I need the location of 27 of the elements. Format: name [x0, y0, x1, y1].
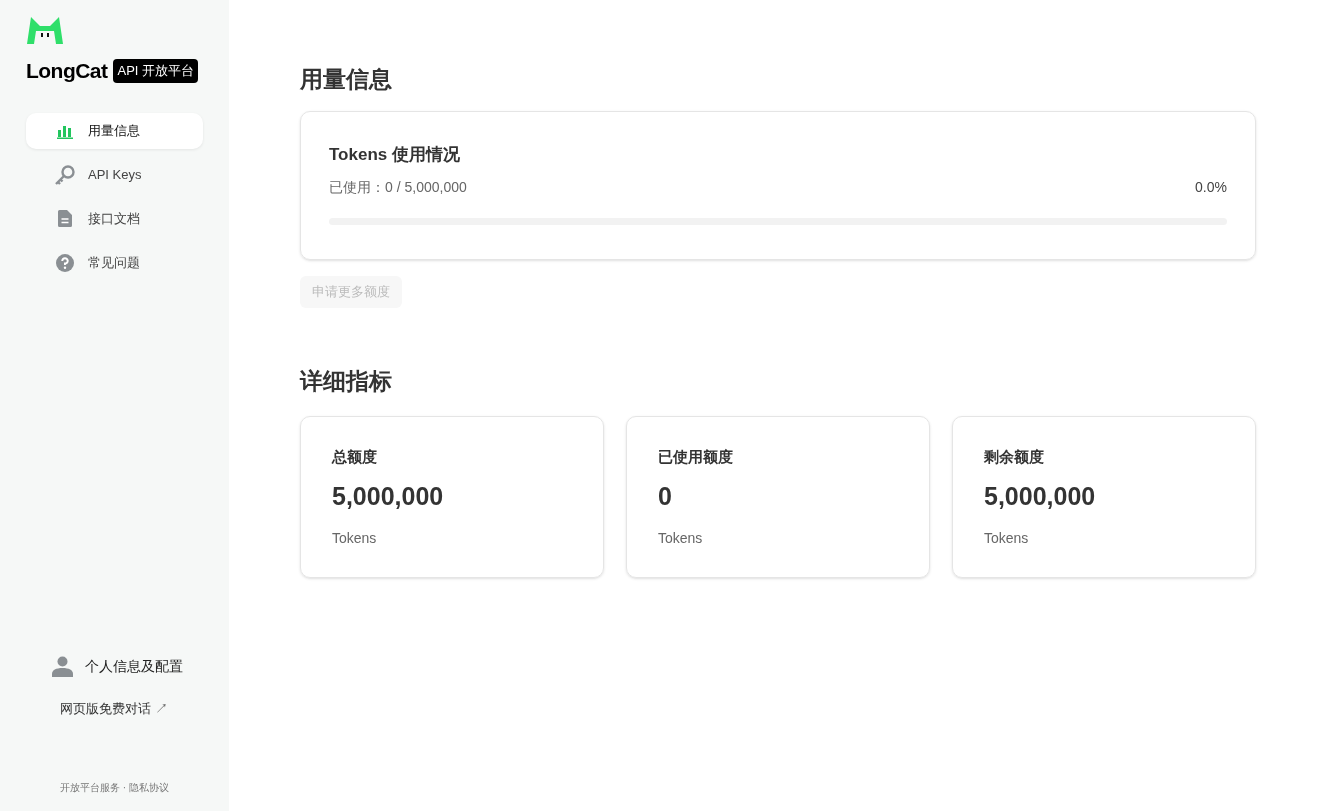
metric-value: 5,000,000 — [332, 481, 445, 512]
metric-unit: Tokens — [984, 528, 1030, 548]
nav-item[interactable]: 用量信息 — [26, 112, 203, 149]
profile-link[interactable]: 个人信息及配置 — [52, 655, 203, 677]
service-terms-link[interactable]: 开放平台服务 — [59, 780, 120, 795]
section-heading: 详细指标 — [300, 367, 393, 396]
metric-unit: Tokens — [658, 528, 704, 548]
metric-value: 5,000,000 — [984, 481, 1097, 512]
help-icon — [56, 253, 74, 272]
privacy-link[interactable]: 隐私协议 — [129, 780, 170, 795]
metric-value: 0 — [658, 481, 673, 512]
metric-label: 已使用额度 — [658, 446, 734, 467]
usage-text: 已使用：0 / 5,000,000 — [329, 178, 467, 197]
metric-label: 总额度 — [332, 446, 378, 467]
user-icon — [52, 655, 73, 677]
brand-badge: API 开放平台 — [113, 59, 199, 83]
page-heading: 用量信息 — [300, 65, 393, 94]
percent-text: 0.0% — [1195, 178, 1227, 197]
metric-label: 剩余额度 — [984, 446, 1045, 467]
separator-dot: · — [122, 781, 127, 795]
brand-name: LongCat — [26, 58, 108, 84]
key-icon — [54, 163, 76, 186]
document-icon — [58, 210, 72, 227]
metric-unit: Tokens — [332, 528, 378, 548]
card-title: Tokens 使用情况 — [329, 143, 461, 166]
web-chat-link[interactable]: 网页版免费对话 ↗ — [60, 698, 203, 718]
cat-logo-icon — [27, 17, 63, 44]
